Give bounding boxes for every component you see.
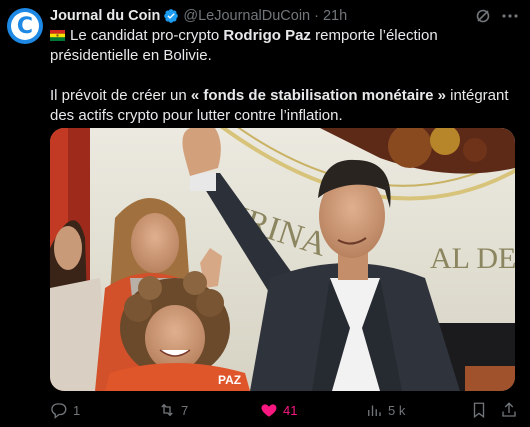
reply-icon — [51, 403, 67, 419]
tweet-paragraph-1: Le candidat pro-crypto Rodrigo Paz rempo… — [50, 26, 520, 66]
like-button[interactable]: 41 — [260, 400, 297, 420]
repost-icon — [161, 403, 173, 417]
heart-icon — [261, 404, 277, 417]
bookmark-icon — [473, 402, 485, 419]
reply-button[interactable]: 1 — [50, 400, 80, 420]
tweet-timestamp[interactable]: 21h — [323, 8, 347, 24]
bookmark-button[interactable] — [470, 400, 488, 420]
author-handle[interactable]: @LeJournalDuCoin — [183, 8, 310, 24]
grok-icon[interactable] — [475, 8, 491, 24]
vest-text: PAZ — [218, 373, 241, 387]
verified-badge-icon — [163, 8, 179, 24]
tweet-header: Journal du Coin @LeJournalDuCoin · 21h — [50, 7, 347, 25]
views-button[interactable]: 5 k — [365, 400, 405, 420]
header-separator: · — [314, 8, 319, 24]
like-count: 41 — [283, 402, 298, 418]
journal-du-coin-logo: C — [11, 12, 39, 40]
tweet-card[interactable]: C Journal du Coin @LeJournalDuCoin · 21h… — [0, 0, 530, 427]
avatar[interactable]: C — [7, 8, 43, 44]
backdrop-text-2: AL DE — [430, 242, 515, 275]
reply-count: 1 — [73, 402, 81, 418]
analytics-icon — [368, 405, 381, 416]
tweet-text-1b: Rodrigo Paz — [223, 27, 311, 44]
tweet-photo[interactable]: URINA AL DE PAZ — [50, 128, 515, 391]
share-button[interactable] — [500, 400, 518, 420]
more-options-icon[interactable] — [500, 7, 520, 25]
tweet-text: Le candidat pro-crypto Rodrigo Paz rempo… — [50, 26, 520, 126]
view-count: 5 k — [388, 402, 406, 418]
action-bar: 1 7 41 5 k — [50, 400, 520, 420]
repost-button[interactable]: 7 — [158, 400, 188, 420]
tweet-text-2a: Il prévoit de créer un — [50, 87, 191, 104]
author-name[interactable]: Journal du Coin — [50, 8, 160, 24]
repost-count: 7 — [181, 402, 189, 418]
tweet-text-2b: « fonds de stabilisation monétaire » — [190, 87, 446, 104]
tweet-text-1a: Le candidat pro-crypto — [70, 27, 224, 44]
photo-illustration: URINA AL DE PAZ — [50, 128, 515, 391]
tweet-paragraph-2: Il prévoit de créer un « fonds de stabil… — [50, 86, 520, 126]
bolivia-flag-icon — [50, 30, 65, 41]
share-icon — [502, 402, 516, 417]
